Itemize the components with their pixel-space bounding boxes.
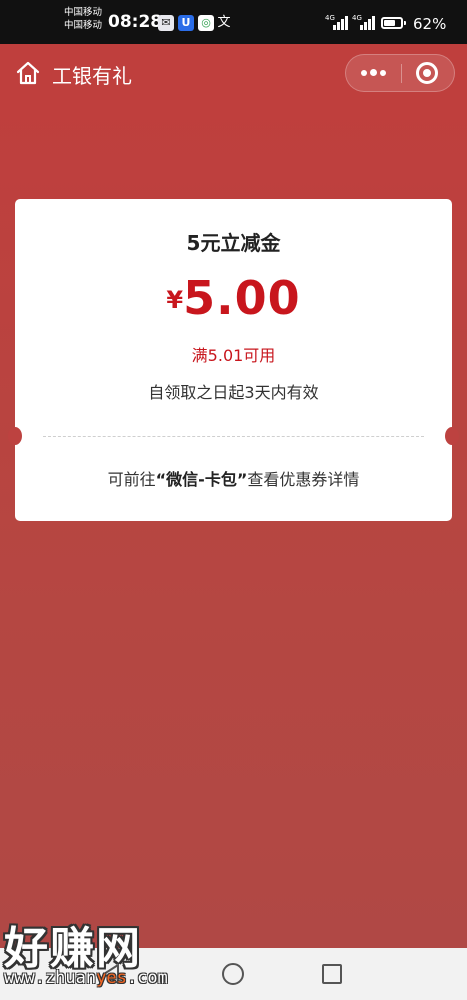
wallet-hint-suffix: 查看优惠券详情 xyxy=(247,470,360,489)
battery-icon xyxy=(381,17,406,29)
mail-icon: ✉ xyxy=(158,15,174,31)
wallet-hint-highlight: “微信-卡包” xyxy=(155,470,248,489)
app-u-icon: U xyxy=(178,15,194,31)
coupon-card: 5元立减金 ¥5.00 满5.01可用 自领取之日起3天内有效 可前往“微信-卡… xyxy=(8,199,459,521)
status-time: 08:28 xyxy=(108,12,163,32)
network-type-2: 4G xyxy=(352,14,362,22)
mini-program-capsule xyxy=(345,54,455,92)
nav-bar: 工银有礼 xyxy=(0,44,467,106)
page-title: 工银有礼 xyxy=(52,64,132,88)
carrier-2: 中国移动 xyxy=(64,20,103,31)
coupon-validity: 自领取之日起3天内有效 xyxy=(148,383,319,402)
home-icon[interactable] xyxy=(15,60,41,86)
network-type-1: 4G xyxy=(325,14,335,22)
dashed-divider xyxy=(43,436,424,437)
system-nav-bar xyxy=(0,948,467,1000)
coupon-condition: 满5.01可用 xyxy=(191,346,276,365)
status-bar: 中国移动 中国移动 08:28 ✉ U ◎ 文 4G 4G 62% xyxy=(0,0,467,44)
amount-value: 5.00 xyxy=(183,271,301,325)
carrier-info: 中国移动 中国移动 xyxy=(64,6,102,32)
close-target-icon[interactable] xyxy=(402,55,454,91)
right-notch xyxy=(445,427,459,445)
currency-symbol: ¥ xyxy=(166,286,184,314)
left-notch xyxy=(8,427,22,445)
signal-icon-2: 4G xyxy=(352,14,378,30)
battery-percent: 62% xyxy=(413,15,447,33)
carrier-1: 中国移动 xyxy=(64,7,103,18)
coupon-title: 5元立减金 xyxy=(186,231,281,255)
app-green-icon: ◎ xyxy=(198,15,214,31)
home-circle-icon[interactable] xyxy=(222,963,244,985)
coupon-amount: ¥5.00 xyxy=(15,271,452,325)
more-dots-icon[interactable] xyxy=(346,55,401,91)
wallet-hint: 可前往“微信-卡包”查看优惠券详情 xyxy=(15,466,452,490)
wallet-hint-prefix: 可前往 xyxy=(107,470,156,489)
signal-icon-1: 4G xyxy=(325,14,351,30)
recent-apps-icon[interactable] xyxy=(322,964,342,984)
translate-icon: 文 xyxy=(217,15,231,30)
back-triangle-icon[interactable] xyxy=(100,962,122,986)
main-content: 5元立减金 ¥5.00 满5.01可用 自领取之日起3天内有效 可前往“微信-卡… xyxy=(0,106,467,948)
